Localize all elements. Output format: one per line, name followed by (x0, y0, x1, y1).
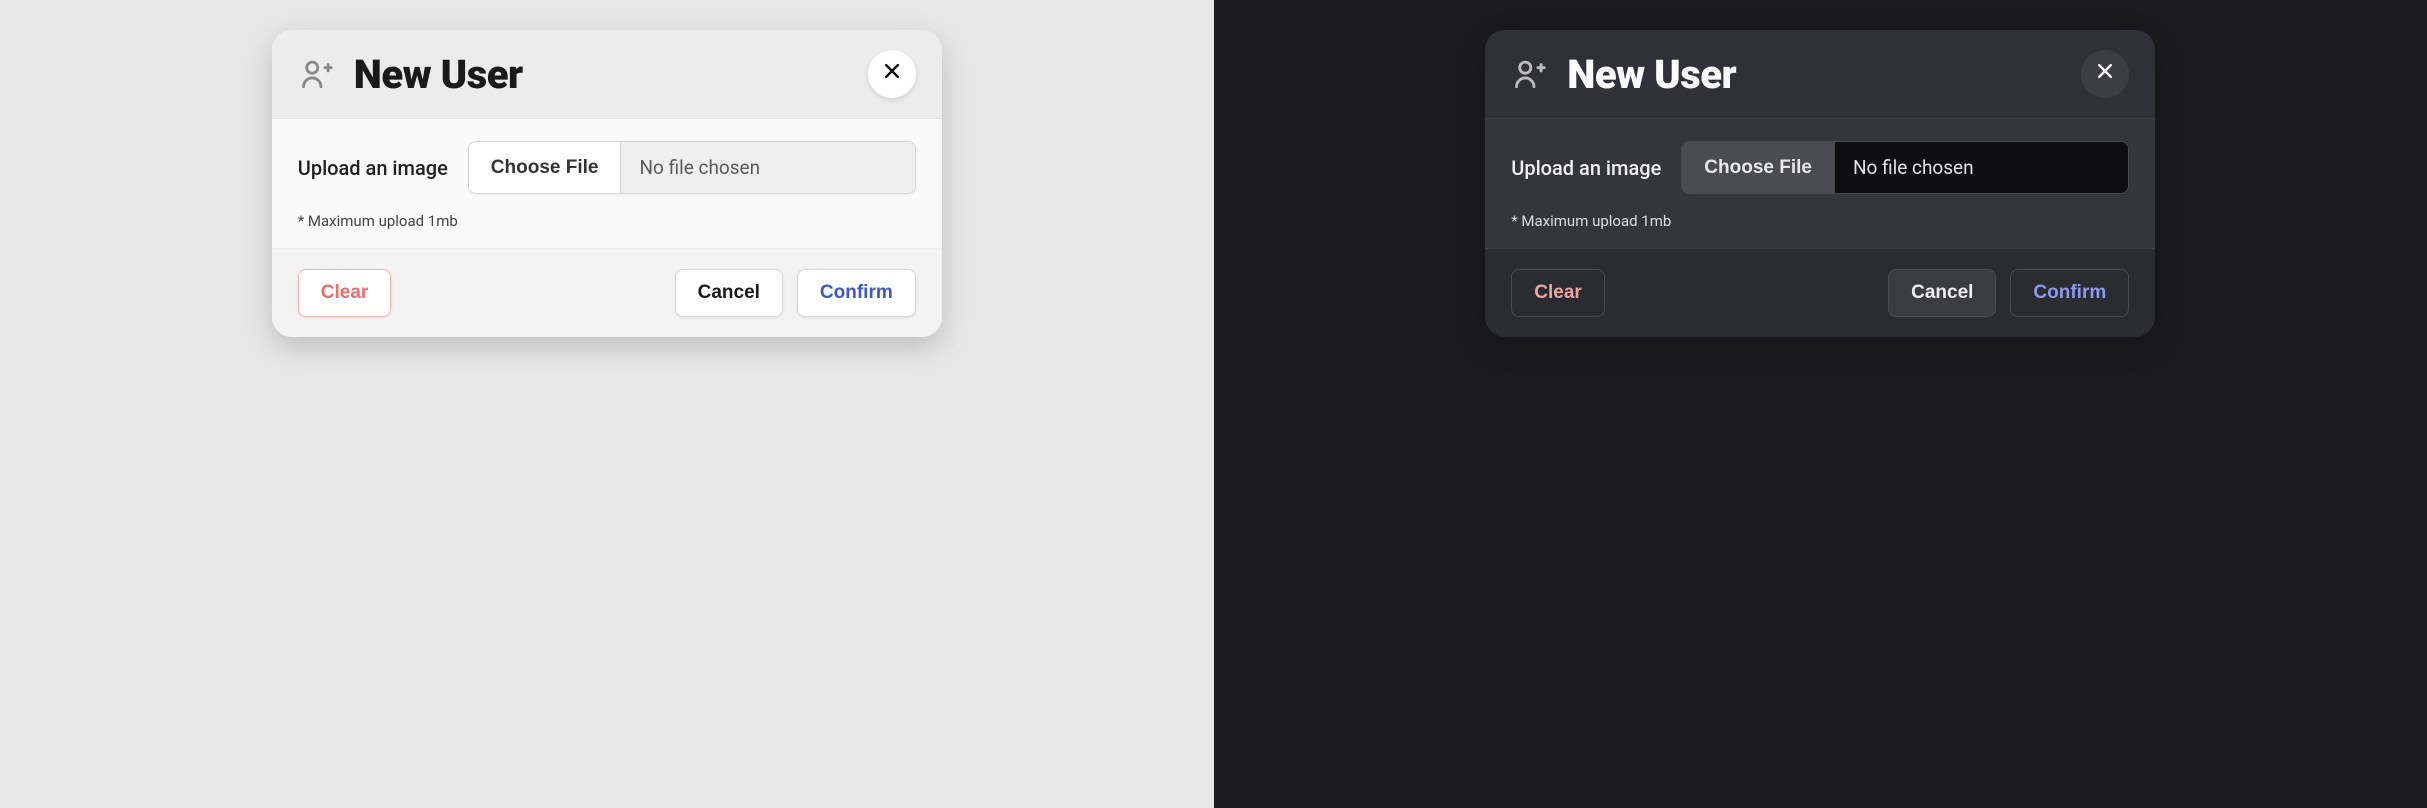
choose-file-button[interactable]: Choose File (469, 142, 622, 193)
dialog-header: New User (272, 30, 942, 119)
upload-hint: * Maximum upload 1mb (298, 212, 916, 236)
dialog-body: Upload an image Choose File No file chos… (1485, 119, 2155, 249)
close-button[interactable] (2081, 50, 2129, 98)
upload-row: Upload an image Choose File No file chos… (1511, 141, 2129, 194)
dialog-title: New User (354, 51, 850, 98)
new-user-dialog: New User Upload an image Choose File No … (272, 30, 942, 337)
cancel-button[interactable]: Cancel (675, 269, 783, 317)
confirm-button[interactable]: Confirm (797, 269, 916, 317)
dialog-title: New User (1567, 51, 2063, 98)
close-icon (2095, 61, 2115, 87)
close-button[interactable] (868, 50, 916, 98)
new-user-dialog: New User Upload an image Choose File No … (1485, 30, 2155, 337)
light-theme-pane: New User Upload an image Choose File No … (0, 0, 1214, 808)
confirm-button[interactable]: Confirm (2010, 269, 2129, 317)
upload-label: Upload an image (298, 156, 448, 180)
user-plus-icon (298, 55, 336, 93)
file-status-text: No file chosen (1835, 142, 2128, 193)
upload-label: Upload an image (1511, 156, 1661, 180)
upload-row: Upload an image Choose File No file chos… (298, 141, 916, 194)
cancel-button[interactable]: Cancel (1888, 269, 1996, 317)
dark-theme-pane: New User Upload an image Choose File No … (1214, 0, 2427, 808)
dialog-footer: Clear Cancel Confirm (1485, 249, 2155, 337)
upload-hint: * Maximum upload 1mb (1511, 212, 2129, 236)
choose-file-button[interactable]: Choose File (1682, 142, 1835, 193)
dialog-footer: Clear Cancel Confirm (272, 249, 942, 337)
close-icon (882, 61, 902, 87)
dialog-header: New User (1485, 30, 2155, 119)
file-picker: Choose File No file chosen (1681, 141, 2129, 194)
clear-button[interactable]: Clear (1511, 269, 1605, 317)
clear-button[interactable]: Clear (298, 269, 392, 317)
file-picker: Choose File No file chosen (468, 141, 916, 194)
file-status-text: No file chosen (621, 142, 914, 193)
dialog-body: Upload an image Choose File No file chos… (272, 119, 942, 249)
user-plus-icon (1511, 55, 1549, 93)
